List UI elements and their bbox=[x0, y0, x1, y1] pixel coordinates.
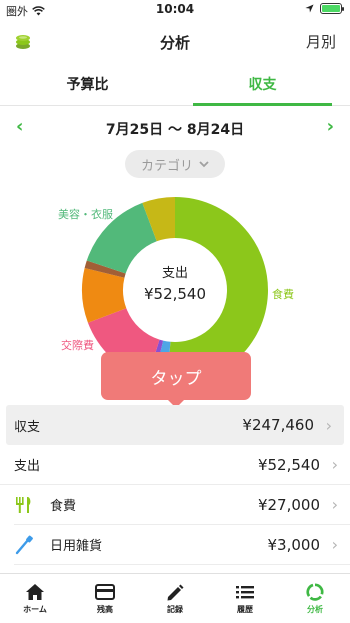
segment-tabs: 予算比 収支 bbox=[0, 62, 350, 106]
tab-income-expense[interactable]: 収支 bbox=[175, 62, 350, 106]
battery-icon bbox=[320, 3, 344, 14]
status-time: 10:04 bbox=[155, 2, 195, 16]
chevron-right-icon: › bbox=[331, 495, 338, 514]
segment-label-beauty: 美容・衣服 bbox=[58, 208, 113, 221]
tabbar-item-record[interactable]: 記録 bbox=[140, 574, 210, 623]
tabbar-item-balance[interactable]: 残高 bbox=[70, 574, 140, 623]
tabbar-label: ホーム bbox=[23, 604, 47, 614]
monthly-button[interactable]: 月別 bbox=[306, 31, 336, 52]
row-label: 食費 bbox=[50, 499, 77, 514]
row-label: 日用雑貨 bbox=[50, 539, 103, 554]
row-label: 支出 bbox=[14, 459, 41, 474]
tabbar-label: 履歴 bbox=[237, 604, 253, 614]
tooltip-text: タップ bbox=[150, 368, 202, 389]
list-item-balance[interactable]: 収支 ¥247,460 › bbox=[6, 405, 344, 445]
segment-label-social: 交際費 bbox=[61, 339, 94, 352]
nav-bar: 分析 月別 bbox=[0, 22, 350, 62]
list-item-expense[interactable]: 支出 ¥52,540 › bbox=[0, 445, 350, 485]
location-arrow-icon bbox=[305, 4, 314, 13]
list-item-daily-goods[interactable]: 日用雑貨 ¥3,000 › bbox=[14, 525, 350, 565]
list-item-food[interactable]: 食費 ¥27,000 › bbox=[14, 485, 350, 525]
card-icon bbox=[95, 583, 115, 600]
chevron-down-icon bbox=[199, 160, 209, 167]
bottom-tab-bar: ホーム 残高 記録 履歴 分析 bbox=[0, 573, 350, 623]
category-filter-label: カテゴリ bbox=[140, 158, 193, 174]
row-amount: ¥52,540 bbox=[257, 455, 320, 474]
donut-center: 支出 ¥52,540 bbox=[125, 262, 225, 303]
home-icon bbox=[26, 583, 44, 600]
toothbrush-icon bbox=[15, 535, 33, 554]
donut-center-amount: ¥52,540 bbox=[143, 285, 207, 303]
tabbar-label: 分析 bbox=[307, 604, 323, 614]
tabbar-item-history[interactable]: 履歴 bbox=[210, 574, 280, 623]
pencil-icon bbox=[167, 584, 184, 600]
date-range-row: ‹ 7月25日 〜 8月24日 › bbox=[0, 116, 350, 140]
chevron-right-icon: › bbox=[331, 455, 338, 474]
list-icon bbox=[236, 585, 254, 598]
date-range-label: 7月25日 〜 8月24日 bbox=[105, 122, 245, 138]
row-amount: ¥247,460 bbox=[242, 416, 314, 434]
chevron-right-icon: › bbox=[331, 535, 338, 554]
segment-label-food: 食費 bbox=[272, 288, 294, 301]
tabbar-label: 記録 bbox=[167, 604, 183, 614]
chevron-right-icon[interactable]: › bbox=[327, 116, 334, 137]
status-bar: 圏外 10:04 bbox=[0, 0, 350, 20]
row-amount: ¥27,000 bbox=[257, 495, 320, 514]
tabbar-item-home[interactable]: ホーム bbox=[0, 574, 70, 623]
row-amount: ¥3,000 bbox=[267, 535, 321, 554]
tabbar-item-analysis[interactable]: 分析 bbox=[280, 574, 350, 623]
tab-budget-ratio[interactable]: 予算比 bbox=[0, 62, 175, 105]
fork-knife-icon bbox=[16, 496, 31, 513]
chevron-right-icon: › bbox=[325, 415, 332, 435]
page-title: 分析 bbox=[159, 34, 190, 52]
donut-center-label: 支出 bbox=[161, 266, 188, 281]
ring-chart-icon bbox=[306, 582, 324, 601]
summary-list: 収支 ¥247,460 › 支出 ¥52,540 › 食費 ¥27,000 › bbox=[0, 405, 350, 565]
tabbar-label: 残高 bbox=[97, 604, 113, 614]
row-label: 収支 bbox=[14, 419, 41, 435]
tap-tooltip[interactable]: タップ bbox=[101, 352, 251, 408]
category-filter-button[interactable]: カテゴリ bbox=[125, 150, 225, 178]
